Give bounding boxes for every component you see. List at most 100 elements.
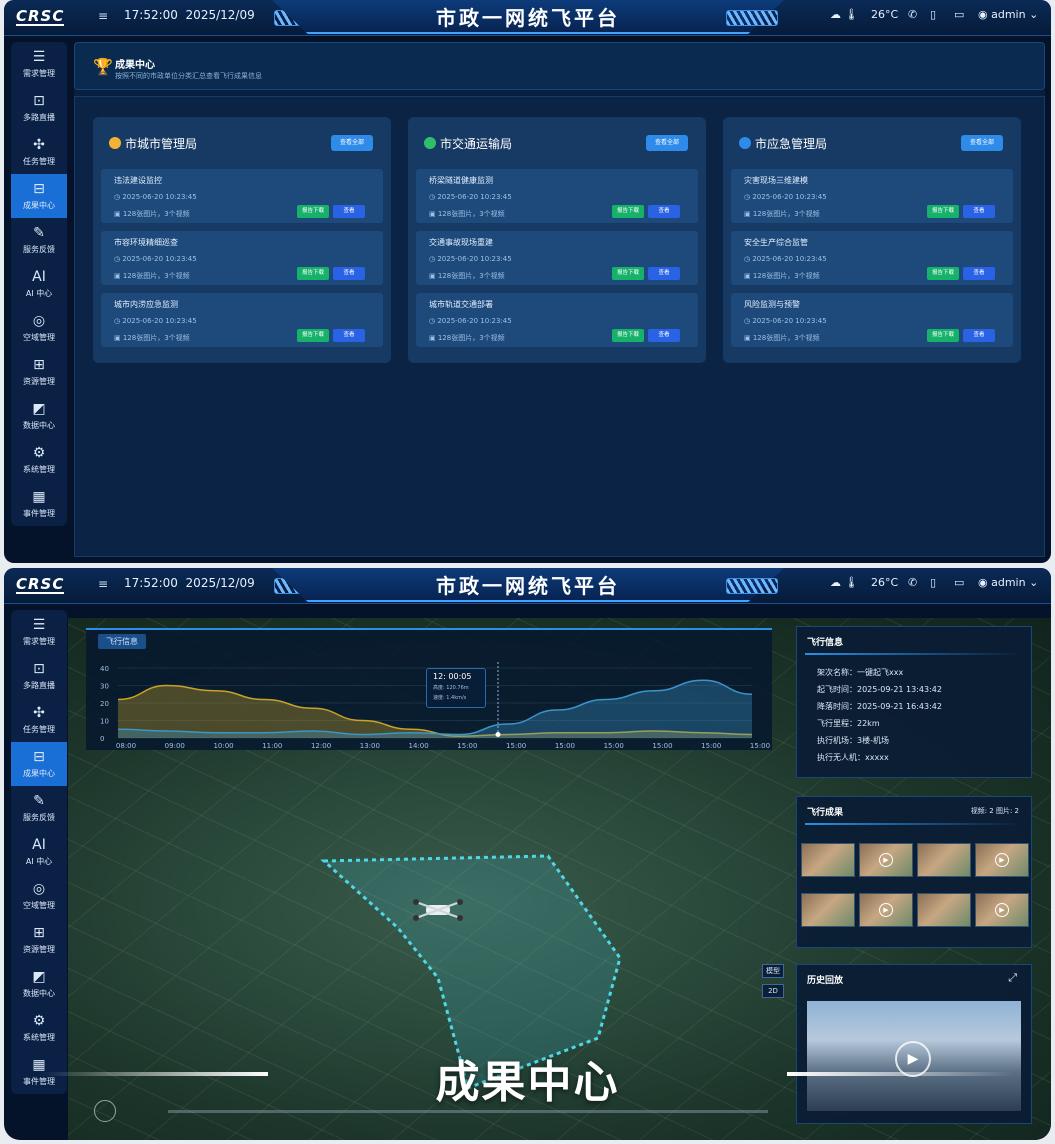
sidebar-item-7[interactable]: ⊞ 资源管理 <box>11 350 67 394</box>
sidebar-item-5[interactable]: AI AI 中心 <box>11 262 67 306</box>
view-all-button[interactable]: 查看全部 <box>331 135 373 151</box>
mobile-icon[interactable]: ▯ <box>930 8 936 21</box>
result-item[interactable]: 桥梁隧道健康监测 ◷ 2025-06-20 10:23:45 ▣ 128张图片，3个… <box>416 169 698 223</box>
sidebar-item-6[interactable]: ◎ 空域管理 <box>11 874 67 918</box>
download-report-button[interactable]: 报告下载 <box>612 329 644 342</box>
flight-info-title: 飞行信息 <box>807 638 844 648</box>
x-tick-label: 15:00 <box>555 742 575 750</box>
result-item[interactable]: 城市内涝应急监测 ◷ 2025-06-20 10:23:45 ▣ 128张图片，3个… <box>101 293 383 347</box>
sidebar-item-8[interactable]: ◩ 数据中心 <box>11 962 67 1006</box>
nav-icon: ⊡ <box>33 93 45 109</box>
x-tick-label: 14:00 <box>409 742 429 750</box>
logo: CRSC <box>16 575 65 594</box>
sidebar-item-5[interactable]: AI AI 中心 <box>11 830 67 874</box>
mobile-icon[interactable]: ▯ <box>930 576 936 589</box>
result-item[interactable]: 违法建设监控 ◷ 2025-06-20 10:23:45 ▣ 128张图片，3个视频… <box>101 169 383 223</box>
result-thumbnail[interactable]: ▶ <box>975 843 1029 877</box>
result-item[interactable]: 市容环境精细巡查 ◷ 2025-06-20 10:23:45 ▣ 128张图片，3个… <box>101 231 383 285</box>
expand-icon[interactable]: ⤢ <box>1008 971 1017 985</box>
result-thumbnail[interactable] <box>801 893 855 927</box>
sidebar-item-3[interactable]: ⊟ 成果中心 <box>11 174 67 218</box>
download-report-button[interactable]: 报告下载 <box>927 329 959 342</box>
download-report-button[interactable]: 报告下载 <box>612 205 644 218</box>
result-item[interactable]: 安全生产综合监管 ◷ 2025-06-20 10:23:45 ▣ 128张图片，3个… <box>731 231 1013 285</box>
view-all-button[interactable]: 查看全部 <box>646 135 688 151</box>
flight-info-row: 降落时间：2025-09-21 16:43:42 <box>817 701 942 712</box>
view-button[interactable]: 查看 <box>963 205 995 218</box>
item-time-value: 2025-06-20 10:23:45 <box>437 193 512 201</box>
nav-label: 成果中心 <box>23 201 55 210</box>
item-media-value: 128张图片，3个视频 <box>122 210 190 218</box>
view-all-button[interactable]: 查看全部 <box>961 135 1003 151</box>
nav-label: 任务管理 <box>23 157 55 166</box>
sidebar-item-6[interactable]: ◎ 空域管理 <box>11 306 67 350</box>
item-time-value: 2025-06-20 10:23:45 <box>122 255 197 263</box>
view-button[interactable]: 查看 <box>333 329 365 342</box>
sidebar-item-2[interactable]: ✣ 任务管理 <box>11 130 67 174</box>
sidebar-item-10[interactable]: ▦ 事件管理 <box>11 482 67 526</box>
nav-label: 资源管理 <box>23 945 55 954</box>
user-menu[interactable]: ◉ admin ⌄ <box>978 8 1038 21</box>
view-button[interactable]: 查看 <box>648 205 680 218</box>
result-item[interactable]: 灾害现场三维建模 ◷ 2025-06-20 10:23:45 ▣ 128张图片，3个… <box>731 169 1013 223</box>
x-tick-label: 08:00 <box>116 742 136 750</box>
result-thumbnail[interactable]: ▶ <box>859 843 913 877</box>
sidebar-item-9[interactable]: ⚙ 系统管理 <box>11 438 67 482</box>
sidebar-item-0[interactable]: ☰ 需求管理 <box>11 42 67 86</box>
result-thumbnail[interactable] <box>801 843 855 877</box>
result-thumbnail[interactable]: ▶ <box>975 893 1029 927</box>
nav-label: 多路直播 <box>23 681 55 690</box>
view-button[interactable]: 查看 <box>963 329 995 342</box>
download-report-button[interactable]: 报告下载 <box>297 267 329 280</box>
nav-icon: ◩ <box>32 401 46 417</box>
view-button[interactable]: 查看 <box>648 329 680 342</box>
download-report-button[interactable]: 报告下载 <box>612 267 644 280</box>
menu-icon[interactable]: ≡ <box>98 577 108 591</box>
model-toggle-button[interactable]: 模型 <box>762 964 784 978</box>
result-item[interactable]: 交通事故现场重建 ◷ 2025-06-20 10:23:45 ▣ 128张图片，3个… <box>416 231 698 285</box>
sidebar-item-1[interactable]: ⊡ 多路直播 <box>11 86 67 130</box>
monitor-icon[interactable]: ▭ <box>954 576 964 589</box>
sidebar-item-4[interactable]: ✎ 服务反馈 <box>11 218 67 262</box>
download-report-button[interactable]: 报告下载 <box>927 205 959 218</box>
sidebar-item-3[interactable]: ⊟ 成果中心 <box>11 742 67 786</box>
result-item[interactable]: 城市轨道交通部署 ◷ 2025-06-20 10:23:45 ▣ 128张图片，3个… <box>416 293 698 347</box>
x-tick-label: 15:00 <box>457 742 477 750</box>
info-sep: ： <box>849 719 857 728</box>
sidebar-item-8[interactable]: ◩ 数据中心 <box>11 394 67 438</box>
result-thumbnail[interactable]: ▶ <box>859 893 913 927</box>
top-bar: CRSC ≡ 17:52:00 2025/12/09 市政一网统飞平台 ☁ 🌡 … <box>4 568 1051 604</box>
y-tick-label: 20 <box>100 700 109 708</box>
view-button[interactable]: 查看 <box>333 205 365 218</box>
result-thumbnail[interactable] <box>917 893 971 927</box>
sidebar-item-7[interactable]: ⊞ 资源管理 <box>11 918 67 962</box>
download-report-button[interactable]: 报告下载 <box>927 267 959 280</box>
phone-icon[interactable]: ✆ <box>908 576 917 589</box>
view-button[interactable]: 查看 <box>963 267 995 280</box>
result-thumbnail[interactable] <box>917 843 971 877</box>
monitor-icon[interactable]: ▭ <box>954 8 964 21</box>
image-icon: ▣ <box>429 272 438 280</box>
item-name: 灾害现场三维建模 <box>744 176 808 185</box>
result-item[interactable]: 风险监测与预警 ◷ 2025-06-20 10:23:45 ▣ 128张图片，3个视… <box>731 293 1013 347</box>
item-media: ▣ 128张图片，3个视频 <box>744 333 820 343</box>
card-title: 市城市管理局 <box>109 135 197 152</box>
sidebar-item-1[interactable]: ⊡ 多路直播 <box>11 654 67 698</box>
view-button[interactable]: 查看 <box>648 267 680 280</box>
download-report-button[interactable]: 报告下载 <box>297 329 329 342</box>
phone-icon[interactable]: ✆ <box>908 8 917 21</box>
sidebar-item-2[interactable]: ✣ 任务管理 <box>11 698 67 742</box>
sidebar-item-0[interactable]: ☰ 需求管理 <box>11 610 67 654</box>
x-tick-label: 09:00 <box>165 742 185 750</box>
view-button[interactable]: 查看 <box>333 267 365 280</box>
user-menu[interactable]: ◉ admin ⌄ <box>978 576 1038 589</box>
2d-toggle-button[interactable]: 2D <box>762 984 784 998</box>
download-report-button[interactable]: 报告下载 <box>297 205 329 218</box>
item-name: 城市内涝应急监测 <box>114 300 178 309</box>
item-media-value: 128张图片，3个视频 <box>437 272 505 280</box>
item-media: ▣ 128张图片，3个视频 <box>114 333 190 343</box>
main-content: 🏆 成果中心 按照不同的市政单位分类汇总查看飞行成果信息 市城市管理局 查看全部违… <box>74 42 1045 557</box>
menu-icon[interactable]: ≡ <box>98 9 108 23</box>
sidebar-item-4[interactable]: ✎ 服务反馈 <box>11 786 67 830</box>
nav-icon: AI <box>32 269 46 285</box>
